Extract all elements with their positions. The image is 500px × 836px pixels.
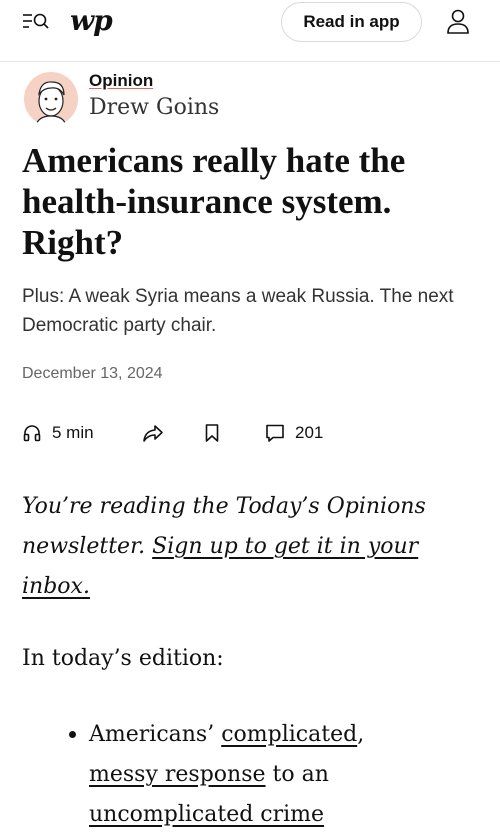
bullet-text: Americans’ [89,722,222,747]
article-subheadline: Plus: A weak Syria means a weak Russia. … [22,286,454,336]
share-icon [142,423,164,443]
bullet-text-middle: to an [265,762,329,787]
menu-search-icon[interactable] [22,10,52,32]
section-link-opinion[interactable]: Opinion [89,71,153,91]
user-icon[interactable] [446,8,470,36]
publish-date: December 13, 2024 [22,365,163,382]
listen-button[interactable]: 5 min [22,418,94,448]
bookmark-icon [204,423,220,443]
author-avatar[interactable] [24,72,78,126]
list-item: Americans’ complicated, messy response t… [69,715,489,835]
washington-post-logo[interactable]: wp [70,4,113,37]
article-actions: 5 min 201 [22,418,482,448]
author-name[interactable]: Drew Goins [89,95,219,120]
bullet-marker [69,731,76,738]
comments-button[interactable]: 201 [265,418,323,448]
newsletter-intro: You’re reading the Today’s Opinions news… [22,487,482,607]
headphones-icon [22,423,42,443]
comment-icon [265,423,285,443]
edition-bullet-list: Americans’ complicated, messy response t… [69,715,489,835]
messy-response-link[interactable]: messy response [89,762,266,787]
comments-count: 201 [295,423,324,442]
article-headline: Americans really hate the health-insuran… [22,141,406,262]
complicated-link[interactable]: complicated [221,722,357,747]
byline: Opinion Drew Goins [24,71,484,131]
bullet-separator: , [357,722,365,747]
bookmark-button[interactable] [204,418,220,448]
edition-heading: In today’s edition: [22,646,224,671]
listen-duration: 5 min [52,423,94,442]
top-navigation-bar: wp Read in app [0,0,500,62]
share-button[interactable] [142,418,164,448]
uncomplicated-crime-link[interactable]: uncomplicated crime [89,802,324,827]
read-in-app-button[interactable]: Read in app [281,2,422,42]
